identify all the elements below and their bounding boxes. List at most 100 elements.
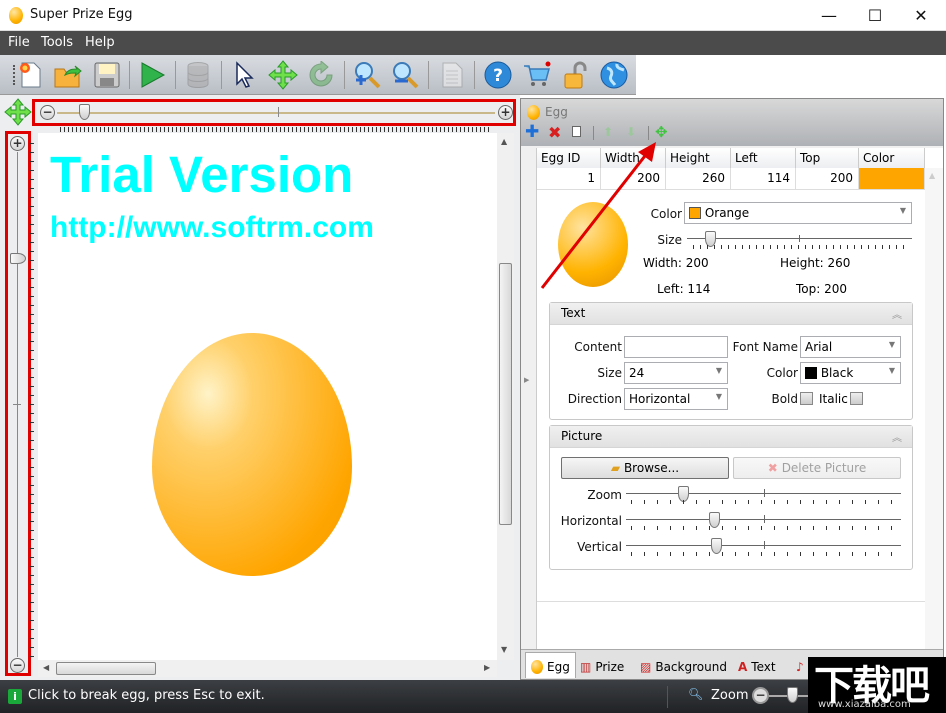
copy-icon[interactable] [572,126,581,137]
picture-vertical-slider[interactable] [626,538,901,556]
move-down-icon[interactable]: ⬇ [626,125,636,139]
picture-zoom-slider[interactable] [626,486,901,504]
slider-center-tick [763,489,765,497]
document-button[interactable] [436,59,468,91]
vertical-zoom-out-button[interactable]: − [10,658,25,673]
tab-background[interactable]: ▨ Background [635,654,732,676]
buy-button[interactable] [521,59,553,91]
cell-egg-id: 1 [537,168,601,190]
row-expand-arrow-icon[interactable]: ▶ [524,376,529,384]
horizontal-zoom-track[interactable] [57,112,495,114]
register-button[interactable] [559,59,591,91]
horizontal-zoom-in-button[interactable]: + [498,105,513,120]
rotate-icon [309,61,333,87]
column-header-left[interactable]: Left [731,148,796,168]
menu-file[interactable]: File [8,35,30,50]
vertical-zoom-thumb[interactable] [10,253,26,264]
database-button[interactable] [182,59,214,91]
toolbar-separator [175,61,176,89]
direction-select[interactable]: Horizontal ▼ [624,388,728,410]
move-icon[interactable]: ✥ [655,123,668,141]
column-header-width[interactable]: Width [601,148,666,168]
pan-handle[interactable] [4,98,32,129]
delete-icon[interactable]: ✖ [548,124,561,141]
height-readout: Height: 260 [780,256,851,270]
globe-icon [600,61,628,89]
egg[interactable] [152,333,352,576]
move-up-icon[interactable]: ⬆ [603,125,613,139]
color-swatch [689,207,701,219]
horizontal-ruler [60,127,492,132]
italic-checkbox[interactable] [850,392,863,405]
minimize-button[interactable]: — [806,0,852,31]
scroll-left-arrow-icon[interactable]: ◀ [43,663,49,672]
horizontal-scroll-thumb[interactable] [56,662,156,675]
horizontal-zoom-thumb[interactable] [78,104,90,120]
status-zoom-out-button[interactable]: − [752,687,769,704]
vertical-zoom-in-button[interactable]: + [10,136,25,151]
scroll-right-arrow-icon[interactable]: ▶ [484,663,490,672]
vertical-scroll-thumb[interactable] [499,263,512,525]
horizontal-zoom-out-button[interactable]: − [40,105,55,120]
new-button[interactable] [14,59,46,91]
maximize-icon: ☐ [867,6,883,25]
delete-picture-button[interactable]: ✖ Delete Picture [733,457,901,479]
status-bar: i Click to break egg, press Esc to exit.… [0,680,946,713]
text-group-header[interactable]: Text ︽ [550,303,912,325]
zoom-in-button[interactable] [351,59,383,91]
picture-horizontal-slider[interactable] [626,512,901,530]
menu-tools[interactable]: Tools [41,35,73,50]
canvas-horizontal-scrollbar[interactable]: ◀ ▶ [38,660,497,677]
text-size-select[interactable]: 24 ▼ [624,362,728,384]
column-header-height[interactable]: Height [666,148,731,168]
database-icon [187,62,209,89]
website-button[interactable] [598,59,630,91]
column-header-top[interactable]: Top [796,148,859,168]
tab-egg[interactable]: Egg [525,652,576,678]
open-folder-icon: ▰ [610,461,621,475]
bold-checkbox[interactable] [800,392,813,405]
scroll-down-arrow-icon[interactable]: ▼ [501,645,507,654]
browse-button[interactable]: ▰ Browse... [561,457,729,479]
zoom-label: Zoom [587,488,622,502]
canvas-vertical-scrollbar[interactable]: ▲ ▼ [497,133,514,660]
help-button[interactable]: ? [482,59,514,91]
add-icon[interactable]: ✚ [525,124,539,141]
egg-size-slider[interactable] [687,231,912,249]
egg-canvas[interactable]: Trial Version http://www.softrm.com [38,133,497,660]
tab-prize[interactable]: ▥ Prize [575,654,629,676]
text-color-select[interactable]: Black ▼ [800,362,901,384]
scroll-up-arrow-icon[interactable]: ▲ [501,137,507,146]
save-button[interactable] [91,59,123,91]
scroll-up-arrow-icon[interactable]: ▲ [929,171,935,180]
text-group: Text ︽ Content Font Name Arial ▼ Size 24 ▼ … [549,302,913,420]
column-header-color[interactable]: Color [859,148,925,168]
watermark-url: www.xiazaiba.com [818,699,911,710]
maximize-button[interactable]: ☐ [852,0,898,31]
unlock-icon [564,61,587,89]
content-input[interactable] [624,336,728,358]
grid-vertical-scrollbar[interactable]: ▲ ▼ [925,168,943,678]
panel-header: Egg ✚ ✖ ⬆ ⬇ ✥ [521,99,943,146]
font-name-select[interactable]: Arial ▼ [800,336,901,358]
track-center-tick [13,404,21,405]
open-button[interactable] [52,59,84,91]
tab-sound[interactable]: ♪ [791,654,809,676]
picture-group-header[interactable]: Picture ︽ [550,426,912,448]
vertical-label: Vertical [577,540,622,554]
column-header-egg-id[interactable]: Egg ID [537,148,601,168]
collapse-icon[interactable]: ︽ [892,306,902,321]
rotate-button[interactable] [305,59,337,91]
zoom-out-button[interactable] [389,59,421,91]
tab-text[interactable]: A Text [733,654,781,676]
egg-color-select[interactable]: Orange ▼ [684,202,912,224]
collapse-icon[interactable]: ︽ [892,429,902,444]
close-button[interactable]: ✕ [898,0,944,31]
move-button[interactable] [267,59,299,91]
play-button[interactable] [136,59,168,91]
info-icon: i [8,689,22,704]
status-zoom-thumb[interactable] [787,687,798,703]
trial-version-text: Trial Version [50,146,354,203]
menu-help[interactable]: Help [85,35,115,50]
select-button[interactable] [228,59,260,91]
